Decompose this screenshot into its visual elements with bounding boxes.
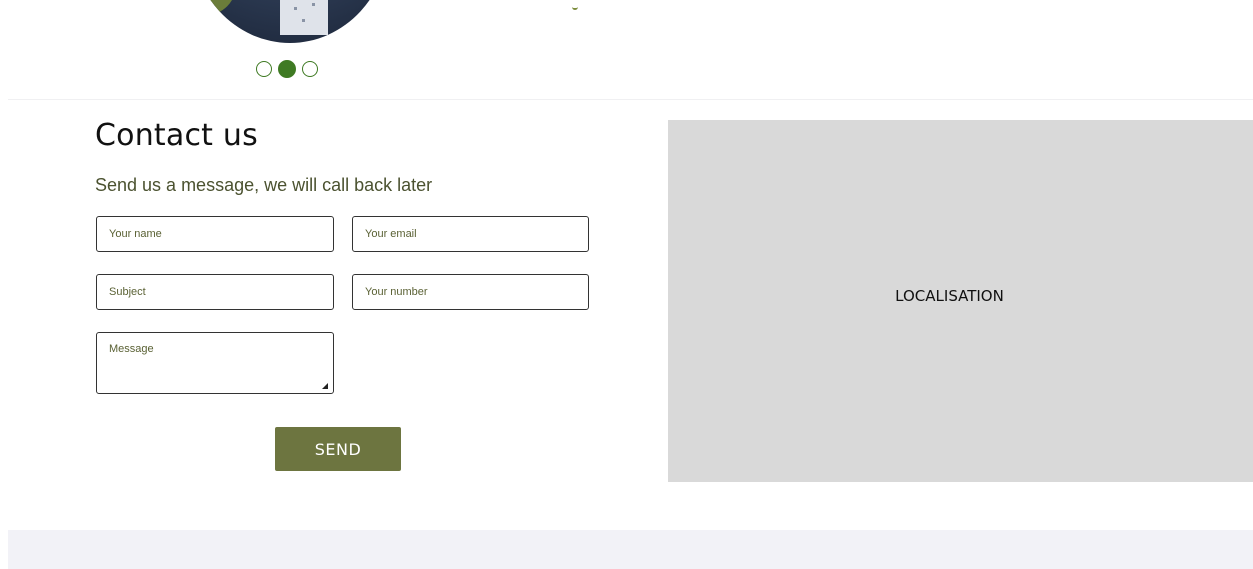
message-textarea[interactable] [96, 332, 334, 394]
email-input[interactable] [352, 216, 589, 252]
testimonial-photo [190, 0, 390, 43]
map-label: LOCALISATION [895, 287, 1004, 305]
carousel-dots [256, 60, 318, 78]
localisation-map[interactable]: LOCALISATION [668, 120, 1253, 482]
subject-input[interactable] [96, 274, 334, 310]
page: Contact us Send us a message, we will ca… [0, 0, 1253, 569]
contact-subtitle: Send us a message, we will call back lat… [95, 175, 433, 195]
carousel-text-fragment [572, 3, 578, 10]
resize-grip-icon[interactable] [322, 383, 328, 389]
section-divider [8, 99, 1253, 100]
carousel-dot-2-active[interactable] [278, 60, 296, 78]
contact-title: Contact us [95, 118, 258, 153]
phone-number-input[interactable] [352, 274, 589, 310]
foliage-detail [196, 0, 236, 15]
shirt-detail [280, 0, 328, 35]
carousel-dot-1[interactable] [256, 61, 272, 77]
send-button[interactable]: SEND [275, 427, 401, 471]
carousel-dot-3[interactable] [302, 61, 318, 77]
name-input[interactable] [96, 216, 334, 252]
footer [8, 530, 1253, 569]
